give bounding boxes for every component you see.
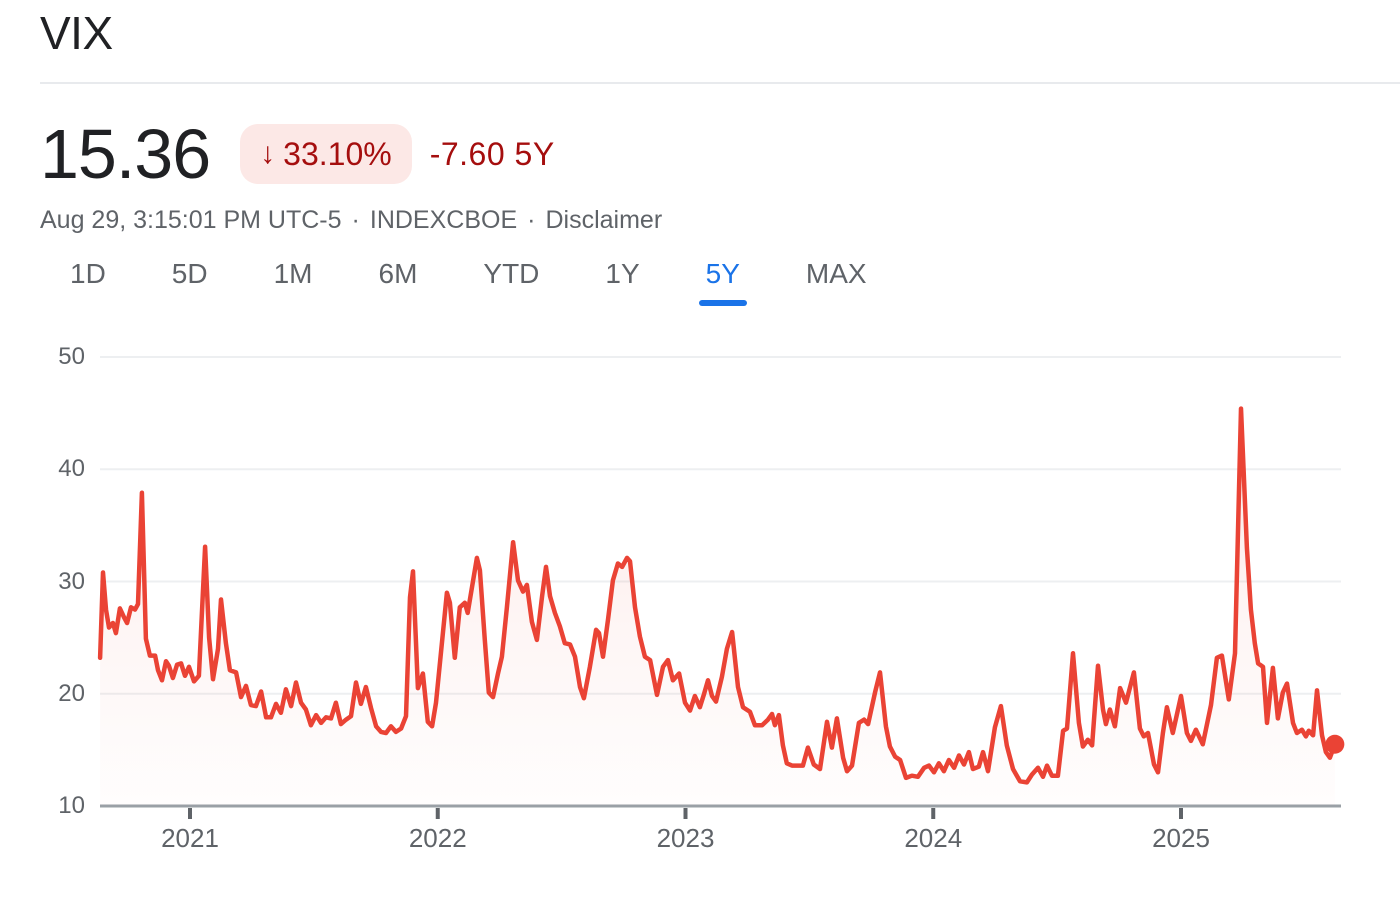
x-axis-label: 2025 bbox=[1136, 822, 1226, 854]
last-price-dot bbox=[1325, 735, 1344, 754]
y-axis-label: 30 bbox=[30, 567, 85, 597]
x-axis-label: 2021 bbox=[145, 822, 235, 854]
google-finance-quote-page: VIX 15.36 ↓ 33.10% -7.60 5Y Aug 29, 3:15… bbox=[0, 0, 1400, 902]
y-axis-label: 50 bbox=[30, 342, 85, 372]
y-axis-label: 40 bbox=[30, 454, 85, 484]
x-axis-label: 2024 bbox=[888, 822, 978, 854]
price-chart[interactable]: 10 20 30 40 50 2021 2022 2023 2024 2025 bbox=[0, 0, 1400, 902]
y-axis-label: 20 bbox=[30, 679, 85, 709]
x-axis-label: 2022 bbox=[393, 822, 483, 854]
y-axis-label: 10 bbox=[30, 791, 85, 821]
price-chart-svg bbox=[0, 0, 1400, 902]
x-axis-label: 2023 bbox=[641, 822, 731, 854]
